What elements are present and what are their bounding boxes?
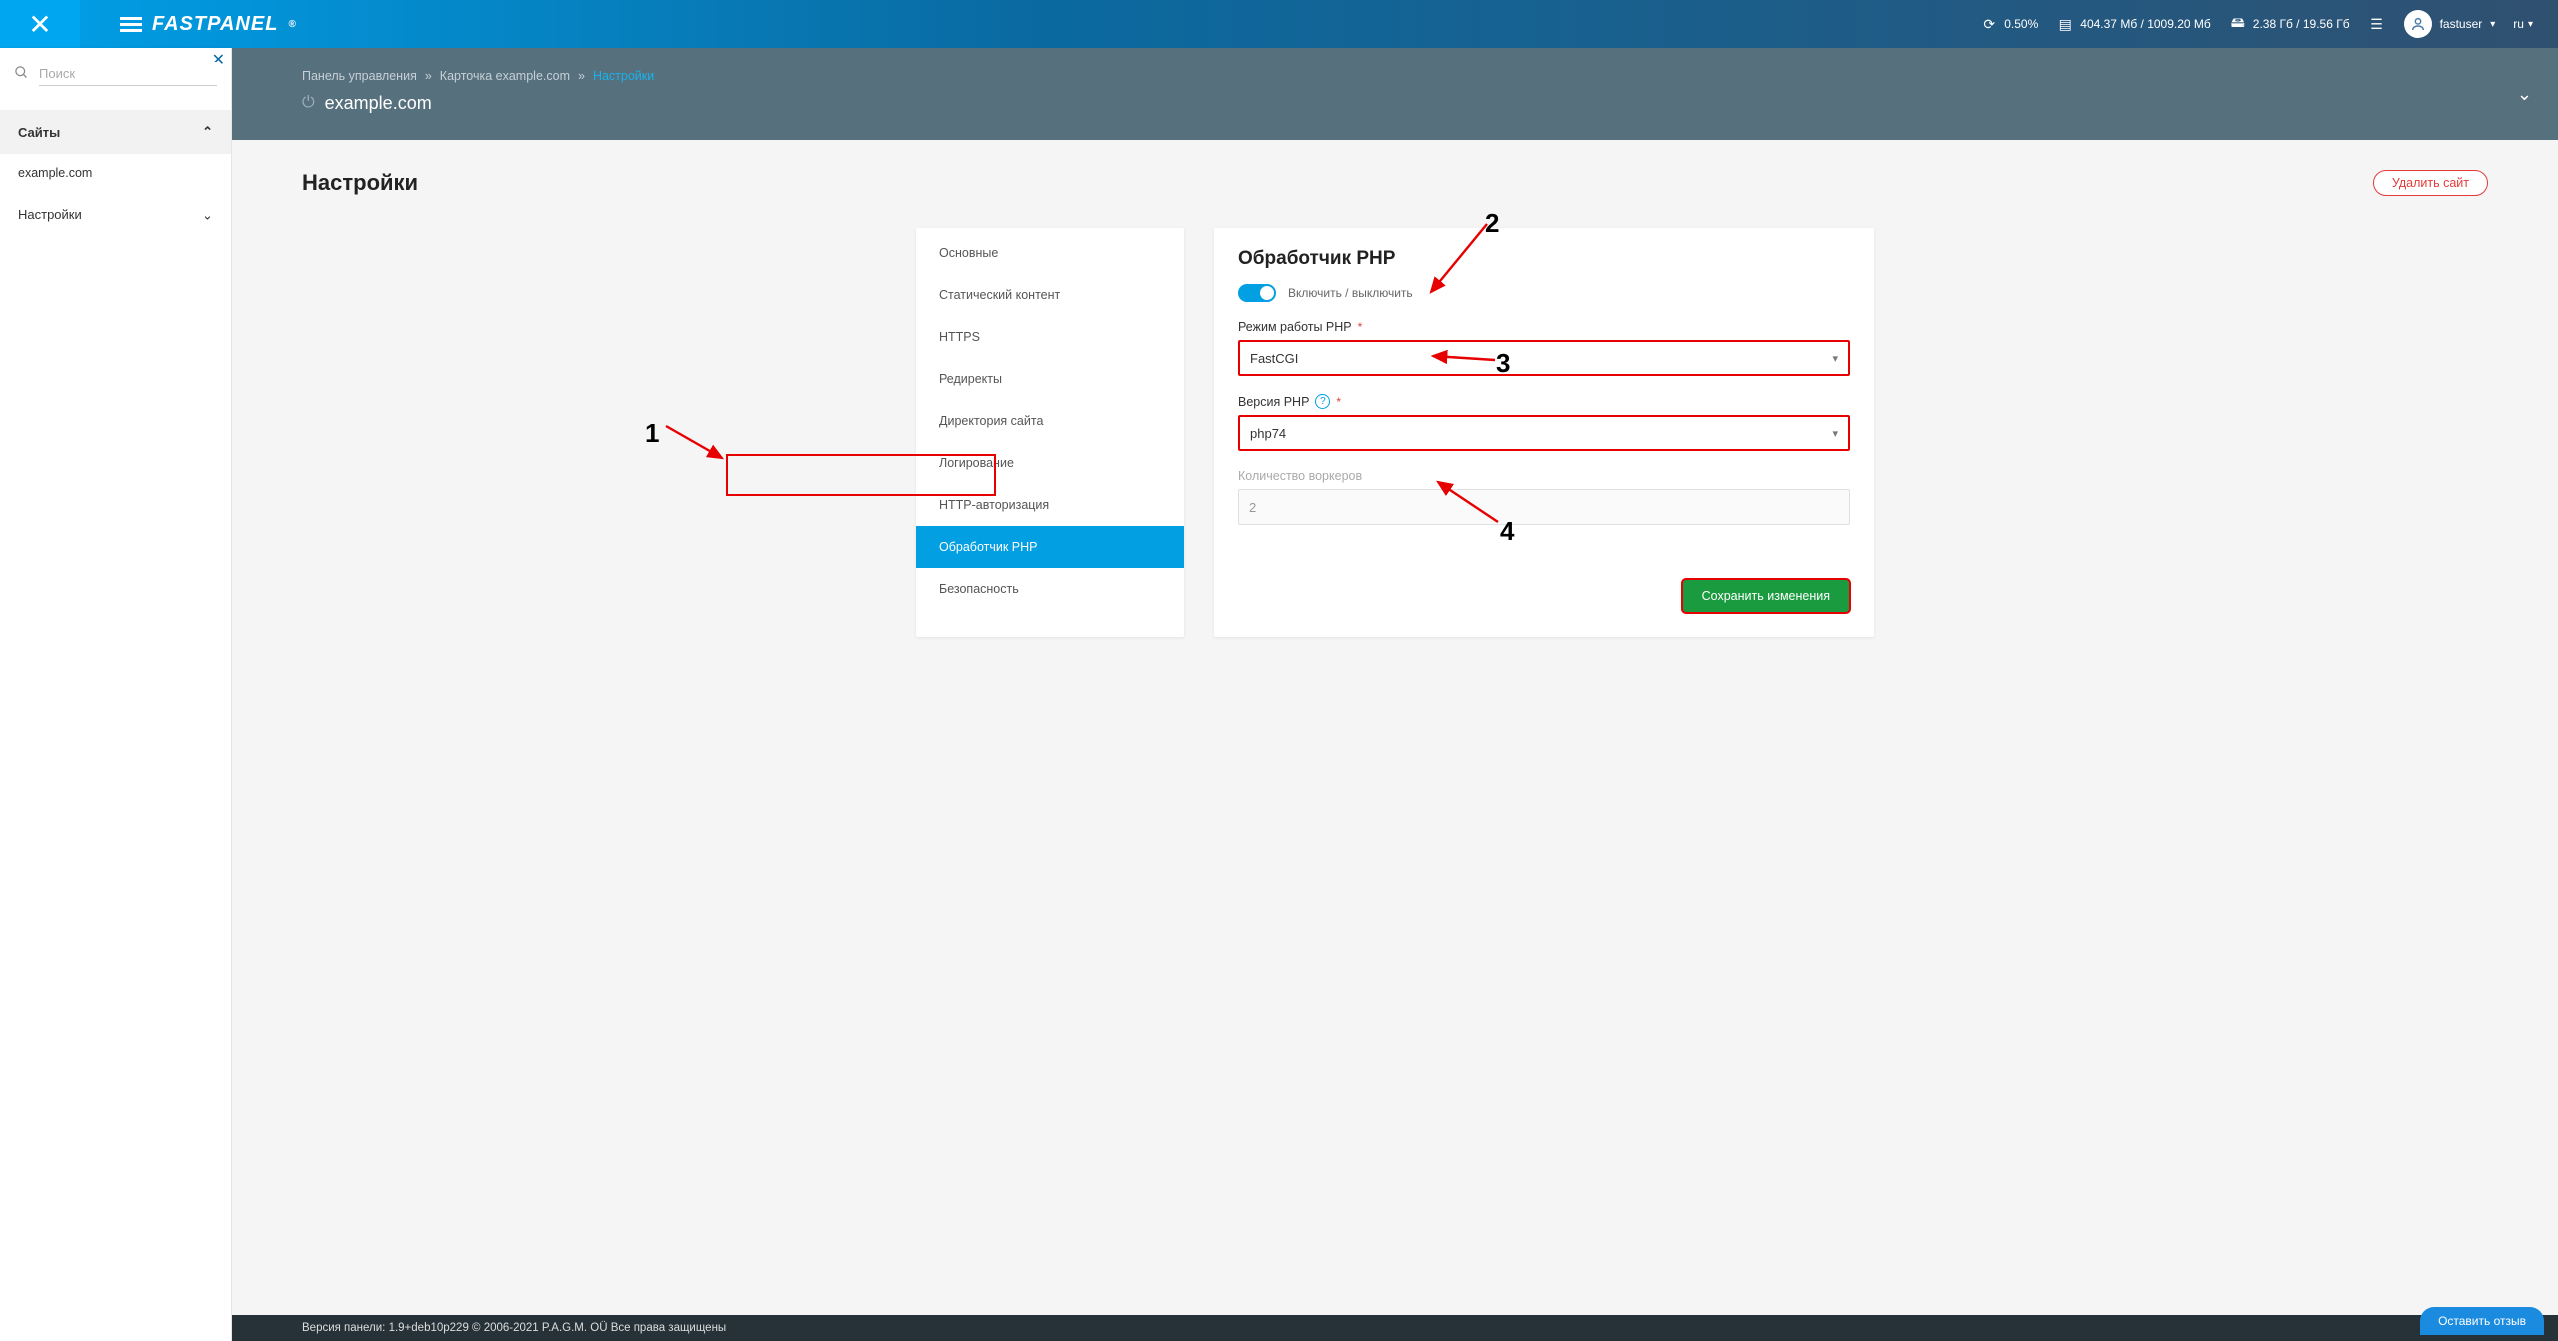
settings-nav-item[interactable]: Статический контент (916, 274, 1184, 316)
workers-input[interactable] (1238, 489, 1850, 525)
caret-down-icon: ▾ (2490, 19, 2495, 30)
settings-columns: ОсновныеСтатический контентHTTPSРедирект… (302, 228, 2488, 637)
settings-nav-item[interactable]: Логирование (916, 442, 1184, 484)
group-label: Настройки (18, 207, 82, 222)
chevron-up-icon: ⌃ (202, 124, 213, 140)
settings-nav-item[interactable]: Основные (916, 232, 1184, 274)
php-version-select[interactable]: php74 ▾ (1238, 415, 1850, 451)
app-header: ✕ FASTPANEL® ⟳ 0.50% ▤ 404.37 Мб / 1009.… (0, 0, 2558, 48)
sidebar-search (0, 48, 231, 92)
php-version-field: Версия PHP ? * php74 ▾ (1238, 394, 1850, 451)
power-icon[interactable]: ⏻ (302, 94, 315, 112)
main-layout: ✕ Сайты ⌃ example.com Настройки ⌃ Панель… (0, 48, 2558, 1341)
language-code: ru (2513, 17, 2524, 31)
feedback-button[interactable]: Оставить отзыв (2420, 1307, 2544, 1335)
expand-subheader-button[interactable]: ⌄ (2517, 84, 2532, 105)
ram-stat[interactable]: ▤ 404.37 Мб / 1009.20 Мб (2056, 15, 2211, 33)
cpu-icon: ⟳ (1980, 15, 1998, 33)
settings-nav-item[interactable]: HTTPS (916, 316, 1184, 358)
sub-header: Панель управления » Карточка example.com… (232, 48, 2558, 140)
caret-down-icon: ▾ (1832, 352, 1838, 365)
help-icon[interactable]: ? (1315, 394, 1330, 409)
chevron-down-icon: ⌄ (2517, 84, 2532, 104)
caret-down-icon: ▾ (1832, 427, 1838, 440)
group-label: Сайты (18, 125, 60, 140)
crumb-sep: » (578, 69, 585, 83)
main-area: Панель управления » Карточка example.com… (232, 48, 2558, 1341)
search-icon (14, 65, 29, 84)
crumb-sep: » (425, 69, 432, 83)
workers-field: Количество воркеров (1238, 469, 1850, 525)
cpu-stat[interactable]: ⟳ 0.50% (1980, 15, 2038, 33)
caret-down-icon: ▾ (2528, 19, 2533, 30)
disk-stat[interactable]: 🖴 2.38 Гб / 19.56 Гб (2229, 15, 2350, 33)
crumb-active: Настройки (593, 69, 654, 83)
crumb-card[interactable]: Карточка example.com (440, 69, 570, 83)
breadcrumb: Панель управления » Карточка example.com… (302, 69, 2488, 83)
mode-value: FastCGI (1250, 351, 1298, 366)
workers-label: Количество воркеров (1238, 469, 1362, 483)
panel-title: Обработчик PHP (1238, 248, 1850, 270)
avatar-icon (2404, 10, 2432, 38)
required-star-icon: * (1358, 320, 1363, 334)
close-icon: ✕ (28, 8, 51, 41)
crumb-dashboard[interactable]: Панель управления (302, 69, 417, 83)
logo-stripes-icon (120, 17, 142, 32)
footer-text: Версия панели: 1.9+deb10p229 © 2006-2021… (302, 1322, 726, 1334)
sidebar-group-sites[interactable]: Сайты ⌃ (0, 110, 231, 154)
app-logo[interactable]: FASTPANEL® (120, 13, 297, 36)
domain-title: example.com (325, 93, 432, 114)
header-stats: ⟳ 0.50% ▤ 404.37 Мб / 1009.20 Мб 🖴 2.38 … (1980, 10, 2558, 38)
footer: Версия панели: 1.9+deb10p229 © 2006-2021… (232, 1315, 2558, 1341)
panel-actions: Сохранить изменения (1238, 569, 1850, 613)
php-handler-panel: Обработчик PHP Включить / выключить Режи… (1214, 228, 1874, 637)
settings-nav-item[interactable]: Редиректы (916, 358, 1184, 400)
close-button[interactable]: ✕ (0, 0, 80, 48)
server-icon-button[interactable]: ☰ (2368, 15, 2386, 33)
settings-nav: ОсновныеСтатический контентHTTPSРедирект… (916, 228, 1184, 637)
toggle-label: Включить / выключить (1288, 286, 1413, 300)
username: fastuser (2440, 17, 2483, 31)
version-value: php74 (1250, 426, 1286, 441)
mode-label: Режим работы PHP (1238, 320, 1352, 334)
php-mode-select[interactable]: FastCGI ▾ (1238, 340, 1850, 376)
enable-toggle-row: Включить / выключить (1238, 284, 1850, 302)
version-label: Версия PHP (1238, 395, 1309, 409)
sidebar-item-site[interactable]: example.com (0, 154, 231, 192)
language-menu[interactable]: ru ▾ (2513, 17, 2533, 31)
page-title: Настройки (302, 170, 418, 196)
domain-row: ⏻ example.com (302, 93, 2488, 114)
ram-icon: ▤ (2056, 15, 2074, 33)
enable-toggle[interactable] (1238, 284, 1276, 302)
required-star-icon: * (1336, 395, 1341, 409)
page-content: Настройки Удалить сайт ОсновныеСтатическ… (232, 140, 2558, 1341)
delete-site-button[interactable]: Удалить сайт (2373, 170, 2488, 196)
ram-value: 404.37 Мб / 1009.20 Мб (2080, 17, 2211, 31)
settings-nav-item[interactable]: HTTP-авторизация (916, 484, 1184, 526)
search-input[interactable] (39, 62, 217, 86)
settings-nav-item[interactable]: Директория сайта (916, 400, 1184, 442)
sidebar-group-settings[interactable]: Настройки ⌃ (0, 192, 231, 236)
chevron-down-icon: ⌃ (202, 206, 213, 222)
cpu-value: 0.50% (2004, 17, 2038, 31)
user-menu[interactable]: fastuser ▾ (2404, 10, 2496, 38)
site-label: example.com (18, 166, 92, 180)
settings-nav-item[interactable]: Безопасность (916, 568, 1184, 610)
settings-nav-item[interactable]: Обработчик PHP (916, 526, 1184, 568)
left-sidebar: ✕ Сайты ⌃ example.com Настройки ⌃ (0, 48, 232, 1341)
php-mode-field: Режим работы PHP * FastCGI ▾ (1238, 320, 1850, 376)
server-icon: ☰ (2368, 15, 2386, 33)
disk-value: 2.38 Гб / 19.56 Гб (2253, 17, 2350, 31)
logo-text: FASTPANEL (152, 13, 278, 36)
disk-icon: 🖴 (2229, 15, 2247, 33)
page-title-row: Настройки Удалить сайт (302, 170, 2488, 196)
save-button[interactable]: Сохранить изменения (1682, 579, 1850, 613)
